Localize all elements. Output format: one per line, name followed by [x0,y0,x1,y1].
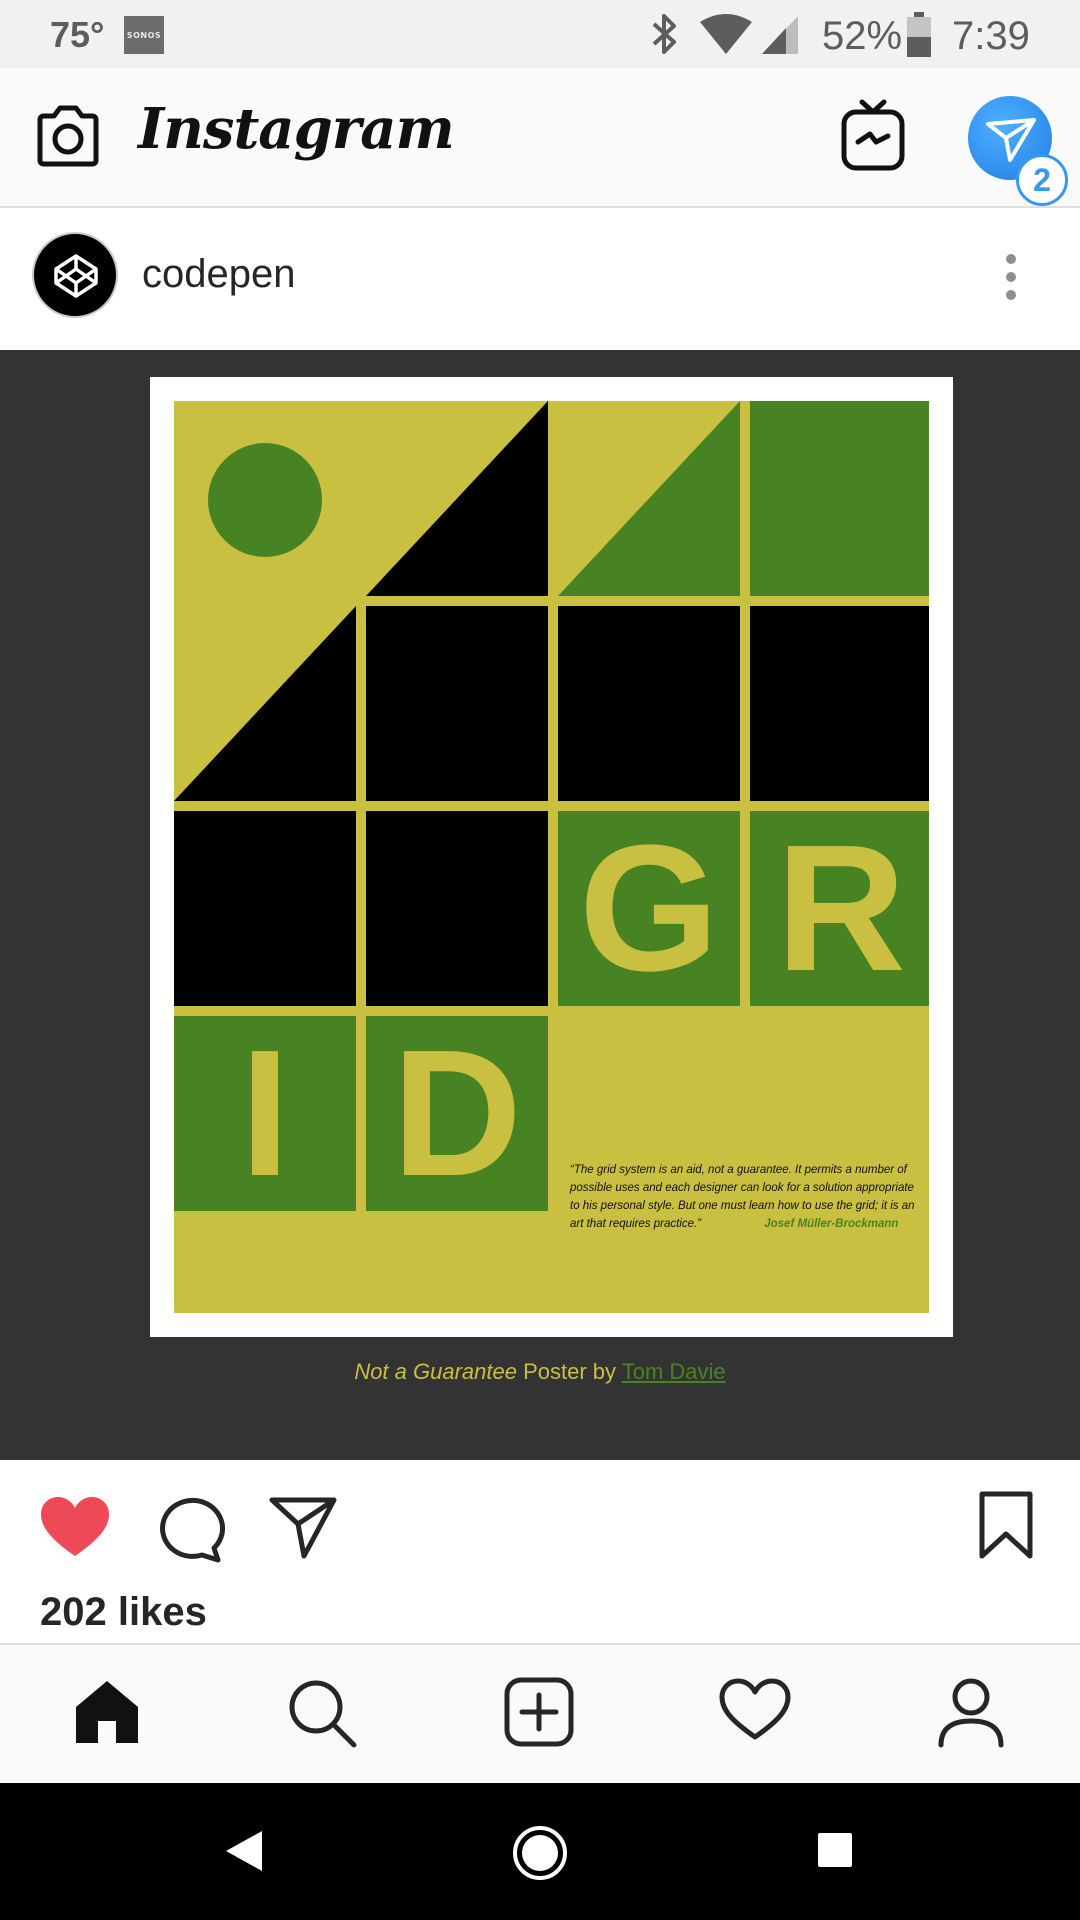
caption-middle: Poster by [516,1359,622,1384]
poster-cell-black [750,606,929,801]
bottom-nav [0,1643,1080,1783]
more-options-icon[interactable] [998,252,1024,302]
poster-cell-green: I [174,1016,356,1211]
signal-icon [762,16,798,54]
bookmark-icon[interactable] [978,1490,1034,1560]
poster-frame: G R I D “The grid system is an aid, not … [150,377,953,1337]
app-header: Instagram 2 [0,68,1080,208]
poster-triangle-black [366,401,548,596]
add-post-icon[interactable] [504,1677,574,1747]
poster-letter: D [392,1012,522,1214]
poster-cell-olive [174,401,356,596]
igtv-icon[interactable] [840,96,906,174]
recents-icon[interactable] [816,1831,854,1869]
poster-circle [208,443,322,557]
poster-cell-green: R [750,811,929,1006]
poster-triangle-green [558,401,740,596]
comment-icon[interactable] [156,1494,226,1564]
caption-author-link[interactable]: Tom Davie [622,1359,726,1384]
poster-cell-black [174,811,356,1006]
post-media[interactable]: G R I D “The grid system is an aid, not … [0,350,1080,1460]
wifi-icon [700,14,752,54]
poster-cell-black [366,811,548,1006]
back-icon[interactable] [224,1829,264,1873]
poster-cell-green [750,401,929,596]
poster-cell-green: G [558,811,740,1006]
likes-count[interactable]: 202 likes [40,1590,207,1635]
poster-triangle-black [174,606,356,801]
grid-poster: G R I D “The grid system is an aid, not … [174,401,929,1313]
poster-quote-author: Josef Müller-Brockmann [764,1218,899,1230]
bluetooth-icon [652,14,676,54]
camera-icon[interactable] [34,104,102,170]
status-bar: 75° SONOS 52% 7:39 [0,0,1080,68]
home-button-icon[interactable] [512,1825,568,1881]
poster-letter: G [578,807,719,1009]
poster-letter: R [776,807,906,1009]
home-icon[interactable] [72,1677,142,1747]
instagram-logo: Instagram [138,96,455,162]
instagram-screen: 75° SONOS 52% 7:39 Instagram 2 codepen G… [0,0,1080,1920]
clock-text: 7:39 [952,14,1030,58]
system-nav-bar [0,1783,1080,1920]
caption-title: Not a Guarantee [354,1359,517,1384]
avatar[interactable] [32,232,118,318]
battery-icon [907,12,931,57]
poster-cell-green: D [366,1016,548,1211]
share-icon[interactable] [268,1494,338,1560]
like-heart-icon[interactable] [38,1494,112,1560]
poster-letter: I [239,1012,290,1214]
battery-percent-text: 52% [822,14,903,58]
poster-cell-black [366,606,548,801]
post-header: codepen [0,210,1080,350]
post-actions: 202 likes [0,1460,1080,1645]
poster-cell-black [558,606,740,801]
search-icon[interactable] [286,1677,358,1749]
dm-badge: 2 [1016,154,1068,206]
profile-icon[interactable] [936,1677,1006,1749]
poster-caption: Not a Guarantee Poster by Tom Davie [0,1359,1080,1385]
poster-quote: “The grid system is an aid, not a guaran… [570,1161,915,1233]
codepen-logo-icon [54,254,98,298]
sonos-icon: SONOS [124,16,164,54]
temperature-text: 75° [50,14,105,55]
post-username[interactable]: codepen [142,252,295,297]
activity-icon[interactable] [718,1677,792,1743]
